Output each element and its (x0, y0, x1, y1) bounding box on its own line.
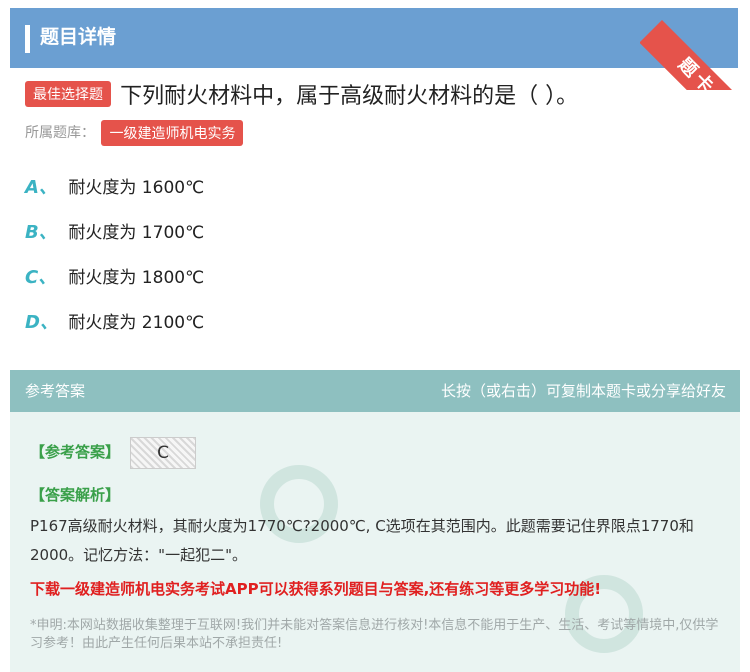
option-d[interactable]: D、 耐火度为 2100℃ (25, 310, 204, 336)
option-text: 耐火度为 1800℃ (68, 268, 205, 288)
app-download-promo[interactable]: 下载一级建造师机电实务考试APP可以获得系列题目与答案,还有练习等更多学习功能! (30, 578, 601, 599)
question-text: 下列耐火材料中，属于高级耐火材料的是（ ）。 (120, 84, 579, 109)
library-label: 所属题库： (25, 125, 95, 141)
question-block: 最佳选择题 下列耐火材料中，属于高级耐火材料的是（ ）。 (25, 78, 725, 110)
answer-panel-header: 参考答案 长按（或右击）可复制本题卡或分享给好友 (10, 370, 740, 412)
question-library: 所属题库： 一级建造师机电实务 (25, 120, 244, 146)
share-hint: 长按（或右击）可复制本题卡或分享给好友 (440, 382, 726, 400)
explanation-label: 【答案解析】 (30, 486, 121, 504)
option-text: 耐火度为 2100℃ (68, 313, 205, 333)
page-title: 题目详情 (40, 26, 117, 48)
option-text: 耐火度为 1600℃ (68, 178, 205, 198)
option-c[interactable]: C、 耐火度为 1800℃ (25, 265, 204, 291)
header-accent-bar (25, 25, 30, 53)
library-badge[interactable]: 一级建造师机电实务 (101, 120, 244, 146)
option-letter: C、 (25, 267, 57, 288)
answer-panel-title: 参考答案 (25, 382, 86, 400)
option-b[interactable]: B、 耐火度为 1700℃ (25, 220, 204, 246)
option-text: 耐火度为 1700℃ (68, 223, 205, 243)
disclaimer: *申明:本网站数据收集整理于互联网!我们并未能对答案信息进行核对!本信息不能用于… (30, 618, 719, 651)
header-bar: 题目详情 (10, 8, 738, 68)
option-letter: A、 (25, 177, 57, 198)
explanation-text: P167高级耐火材料，其耐火度为1770℃?2000℃, C选项在其范围内。此题… (30, 517, 694, 564)
corner-ribbon[interactable]: 题卡 (640, 0, 750, 90)
option-letter: B、 (25, 222, 57, 243)
option-a[interactable]: A、 耐火度为 1600℃ (25, 175, 204, 201)
answer-label: 【参考答案】 (30, 443, 121, 461)
option-letter: D、 (25, 312, 58, 333)
answer-value: C (130, 437, 196, 469)
question-type-badge: 最佳选择题 (25, 81, 111, 107)
